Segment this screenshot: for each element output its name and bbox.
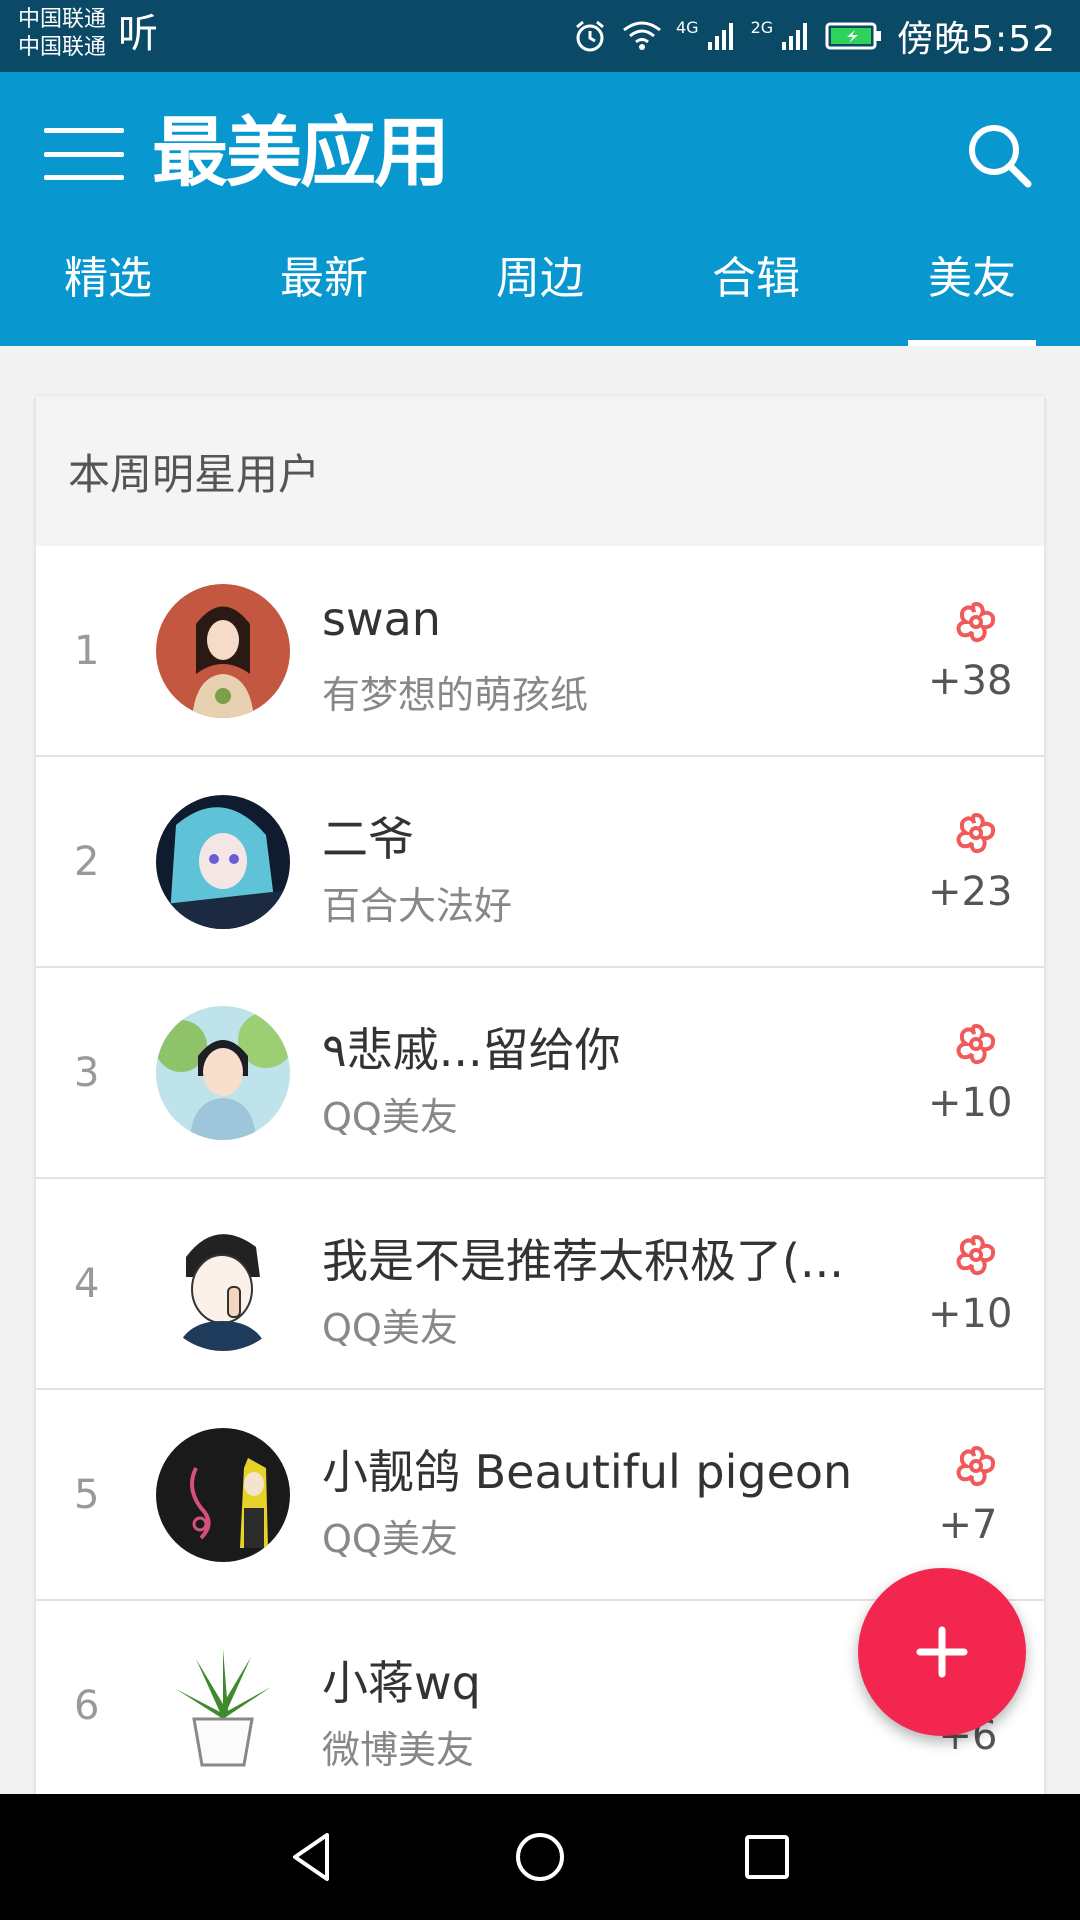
tab-featured[interactable]: 精选 — [0, 238, 216, 346]
network-type-1: 4G — [676, 17, 699, 37]
user-name: ٩悲戚...留给你 — [322, 1023, 621, 1077]
flower-icon[interactable] — [952, 1020, 1000, 1068]
card-title: 本周明星用户 — [36, 396, 1044, 546]
search-icon[interactable] — [960, 116, 1040, 196]
tab-bar: 精选 最新 周边 合辑 美友 — [0, 238, 1080, 346]
rank-number: 5 — [74, 1471, 100, 1518]
network-type-2: 2G — [750, 17, 774, 37]
wifi-icon — [622, 20, 662, 52]
avatar[interactable] — [156, 1639, 290, 1773]
battery-icon — [825, 21, 883, 51]
avatar[interactable] — [156, 584, 290, 718]
avatar[interactable] — [156, 1428, 290, 1562]
listen-indicator: 听 — [118, 11, 158, 57]
score: +23 — [928, 869, 1013, 915]
carrier-labels: 中国联通 中国联通 — [18, 6, 106, 62]
recents-icon[interactable] — [737, 1827, 797, 1887]
rank-number: 6 — [74, 1682, 100, 1729]
app-title: 最美应用 — [152, 108, 450, 197]
avatar[interactable] — [156, 1006, 290, 1140]
user-subtitle: QQ美友 — [322, 1517, 458, 1561]
tab-nearby[interactable]: 周边 — [432, 238, 648, 346]
flower-icon[interactable] — [952, 1231, 1000, 1279]
home-icon[interactable] — [510, 1827, 570, 1887]
signal-icon-1 — [707, 20, 737, 52]
carrier-2: 中国联通 — [18, 35, 107, 60]
rank-number: 3 — [74, 1049, 100, 1096]
user-row[interactable]: 2 二爷 百合大法好 +23 — [36, 757, 1044, 968]
user-subtitle: 百合大法好 — [322, 884, 513, 928]
add-button[interactable] — [858, 1568, 1026, 1736]
rank-number: 2 — [74, 838, 100, 885]
tab-collections[interactable]: 合辑 — [648, 238, 864, 346]
user-subtitle: QQ美友 — [322, 1095, 458, 1139]
status-bar: 中国联通 中国联通 听 4G 2G 傍晚5:52 — [0, 0, 1080, 72]
user-row[interactable]: 5 小靓鸽 Beautiful pigeon QQ美友 +7 — [36, 1390, 1044, 1601]
avatar[interactable] — [156, 1217, 290, 1351]
score: +7 — [938, 1502, 998, 1548]
user-subtitle: 有梦想的萌孩纸 — [322, 673, 589, 717]
score: +10 — [928, 1080, 1013, 1126]
user-row[interactable]: 1 swan 有梦想的萌孩纸 +38 — [36, 546, 1044, 757]
user-name: 小蒋wq — [322, 1656, 481, 1710]
user-name: 小靓鸽 Beautiful pigeon — [322, 1445, 853, 1499]
user-subtitle: 微博美友 — [322, 1728, 475, 1772]
rank-number: 4 — [74, 1260, 100, 1307]
plus-icon — [916, 1626, 968, 1678]
signal-icon-2 — [781, 20, 811, 52]
score: +38 — [928, 658, 1013, 704]
app-bar: 最美应用 精选 最新 周边 合辑 美友 — [0, 72, 1080, 346]
menu-icon[interactable] — [44, 122, 124, 186]
user-name: swan — [322, 592, 441, 646]
user-row[interactable]: 3 ٩悲戚...留给你 QQ美友 +10 — [36, 968, 1044, 1179]
user-name: 二爷 — [322, 812, 414, 866]
tab-friends[interactable]: 美友 — [864, 238, 1080, 346]
alarm-icon — [572, 18, 608, 54]
user-subtitle: QQ美友 — [322, 1306, 458, 1350]
status-icons: 4G 2G 傍晚5:52 — [572, 0, 1056, 72]
avatar[interactable] — [156, 795, 290, 929]
flower-icon[interactable] — [952, 809, 1000, 857]
user-row[interactable]: 4 我是不是推荐太积极了(... QQ美友 +10 — [36, 1179, 1044, 1390]
score: +10 — [928, 1291, 1013, 1337]
carrier-1: 中国联通 — [18, 7, 107, 32]
flower-icon[interactable] — [952, 598, 1000, 646]
tab-latest[interactable]: 最新 — [216, 238, 432, 346]
back-icon[interactable] — [283, 1827, 343, 1887]
user-name: 我是不是推荐太积极了(... — [322, 1234, 844, 1288]
flower-icon[interactable] — [952, 1442, 1000, 1490]
system-nav-bar — [0, 1794, 1080, 1920]
clock: 傍晚5:52 — [897, 19, 1056, 60]
rank-number: 1 — [74, 627, 100, 674]
